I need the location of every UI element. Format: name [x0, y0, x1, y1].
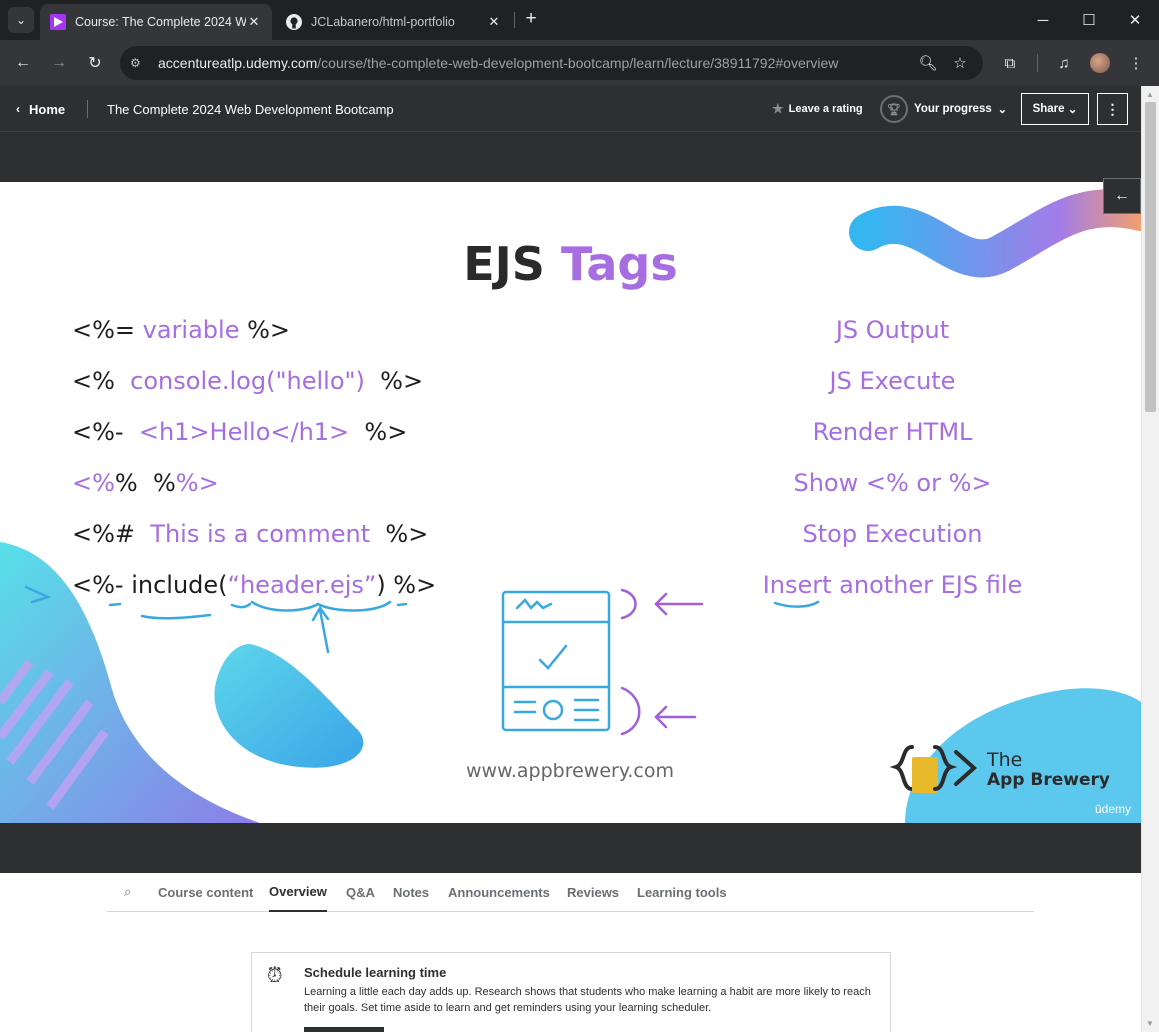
share-button[interactable]: Share ⌄	[1021, 93, 1089, 125]
course-header: ‹ Home The Complete 2024 Web Development…	[0, 86, 1141, 132]
minimize-button[interactable]: ─	[1020, 0, 1066, 40]
video-letterbox-bottom	[0, 823, 1141, 873]
tag-description: Show <% or %>	[793, 469, 992, 497]
browser-menu-icon[interactable]: ⋮	[1122, 49, 1150, 77]
tag-syntax: <%# This is a comment %>	[72, 520, 429, 548]
browser-tab-udemy[interactable]: Course: The Complete 2024 We ✕	[40, 4, 272, 40]
tag-syntax: <%- <h1>Hello</h1> %>	[72, 418, 408, 446]
tab-course-content[interactable]: Course content	[158, 873, 253, 911]
extensions-icon[interactable]: ⧉	[996, 49, 1024, 77]
lecture-tab-bar: ⌕ Course content Overview Q&A Notes Anno…	[107, 873, 1034, 912]
home-label: Home	[29, 101, 66, 117]
progress-label: Your progress	[914, 103, 992, 115]
tab-separator	[514, 12, 515, 28]
teardrop-shape	[214, 644, 364, 768]
progress-button[interactable]: 🏆︎ Your progress ⌄	[880, 86, 1007, 132]
tag-description: Stop Execution	[802, 520, 983, 548]
schedule-body: Learning a little each day adds up. Rese…	[304, 986, 871, 1014]
tag-description: Render HTML	[812, 418, 973, 446]
toolbar-divider	[1037, 54, 1038, 72]
video-letterbox-top	[0, 132, 1141, 182]
close-window-button[interactable]: ✕	[1112, 0, 1158, 40]
trophy-icon: 🏆︎	[880, 95, 908, 123]
new-tab-button[interactable]: +	[520, 8, 542, 30]
alarm-clock-icon: ⏰︎	[267, 965, 283, 987]
chevron-down-icon: ⌄	[997, 103, 1007, 116]
zoom-icon[interactable]: 🔍︎	[914, 46, 942, 80]
scrollbar-thumb[interactable]	[1145, 102, 1156, 412]
bracket-arrows-sketch	[620, 588, 704, 736]
schedule-learning-card: ⏰︎ Schedule learning time Learning a lit…	[251, 952, 891, 1032]
rating-label: Leave a rating	[788, 103, 863, 115]
media-control-icon[interactable]: ♫	[1050, 49, 1078, 77]
tag-syntax: <%% %%>	[72, 469, 219, 497]
slide-title: EJS Tags	[463, 237, 678, 291]
tab-search-button[interactable]: ⌄	[8, 7, 34, 33]
url-text: accentureatlp.udemy.com/course/the-compl…	[158, 55, 839, 71]
bookmark-star-icon[interactable]: ☆	[946, 46, 974, 80]
app-brewery-brand: The App Brewery	[987, 750, 1110, 790]
tag-syntax: <% console.log("hello") %>	[72, 367, 424, 395]
share-label: Share	[1032, 103, 1065, 115]
close-tab-icon[interactable]: ✕	[486, 14, 502, 30]
chevron-down-icon: ⌄	[1067, 104, 1078, 116]
search-icon[interactable]: ⌕	[124, 884, 131, 900]
reload-button[interactable]: ↻	[81, 49, 109, 77]
more-options-button[interactable]: ⋮	[1097, 93, 1128, 125]
profile-avatar[interactable]	[1090, 53, 1110, 73]
get-started-button[interactable]	[304, 1027, 384, 1032]
tab-overview[interactable]: Overview	[269, 873, 327, 912]
tag-syntax: <%- include(“header.ejs”) %>	[72, 571, 437, 599]
tab-notes[interactable]: Notes	[393, 873, 429, 911]
scroll-up-icon[interactable]: ▲	[1146, 90, 1154, 99]
udemy-watermark: ūdemy	[1095, 802, 1132, 816]
tag-syntax: <%= variable %>	[72, 316, 291, 344]
home-link[interactable]: ‹ Home	[16, 86, 65, 132]
star-icon: ★	[772, 101, 784, 116]
video-slide[interactable]: EJS Tags <%= variable %> <% console.log(…	[0, 182, 1141, 823]
site-settings-icon[interactable]: ⚙	[130, 56, 150, 70]
tab-title: Course: The Complete 2024 We	[75, 15, 246, 29]
maximize-button[interactable]: ☐	[1066, 0, 1112, 40]
tab-title: JCLabanero/html-portfolio	[311, 15, 455, 29]
page-scrollbar[interactable]: ▲ ▼	[1141, 86, 1159, 1032]
tag-description: Insert another EJS file	[762, 571, 1023, 599]
slide-website: www.appbrewery.com	[465, 760, 675, 782]
open-sidebar-button[interactable]: ←	[1103, 178, 1141, 214]
tag-description: JS Execute	[829, 367, 956, 395]
scroll-down-icon[interactable]: ▼	[1146, 1019, 1154, 1028]
github-favicon-icon	[286, 14, 302, 30]
browser-tab-strip: ⌄ Course: The Complete 2024 We ✕ JCLaban…	[0, 0, 1159, 40]
address-bar[interactable]: ⚙ accentureatlp.udemy.com/course/the-com…	[120, 46, 983, 80]
back-button[interactable]: ←	[9, 49, 37, 77]
close-tab-icon[interactable]: ✕	[246, 14, 262, 30]
udemy-favicon-icon	[50, 14, 66, 30]
browser-tab-github[interactable]: JCLabanero/html-portfolio ✕	[276, 4, 512, 40]
browser-toolbar: ← → ↻ ⚙ accentureatlp.udemy.com/course/t…	[0, 40, 1159, 86]
leave-rating-button[interactable]: ★ Leave a rating	[772, 86, 863, 132]
tab-learning-tools[interactable]: Learning tools	[637, 873, 727, 911]
tab-announcements[interactable]: Announcements	[448, 873, 550, 911]
header-divider	[87, 100, 88, 118]
brand-name: App Brewery	[987, 770, 1110, 790]
schedule-heading: Schedule learning time	[304, 965, 447, 980]
course-title[interactable]: The Complete 2024 Web Development Bootca…	[107, 86, 394, 132]
tag-description: JS Output	[835, 316, 950, 344]
wireframe-sketch	[501, 590, 611, 732]
chevron-left-icon: ‹	[16, 102, 20, 116]
arrow-left-icon: ←	[1114, 187, 1130, 204]
tab-reviews[interactable]: Reviews	[567, 873, 619, 911]
tab-qa[interactable]: Q&A	[346, 873, 375, 911]
chevron-down-icon: ⌄	[15, 13, 27, 27]
brand-the: The	[987, 749, 1023, 771]
forward-button[interactable]: →	[45, 49, 73, 77]
